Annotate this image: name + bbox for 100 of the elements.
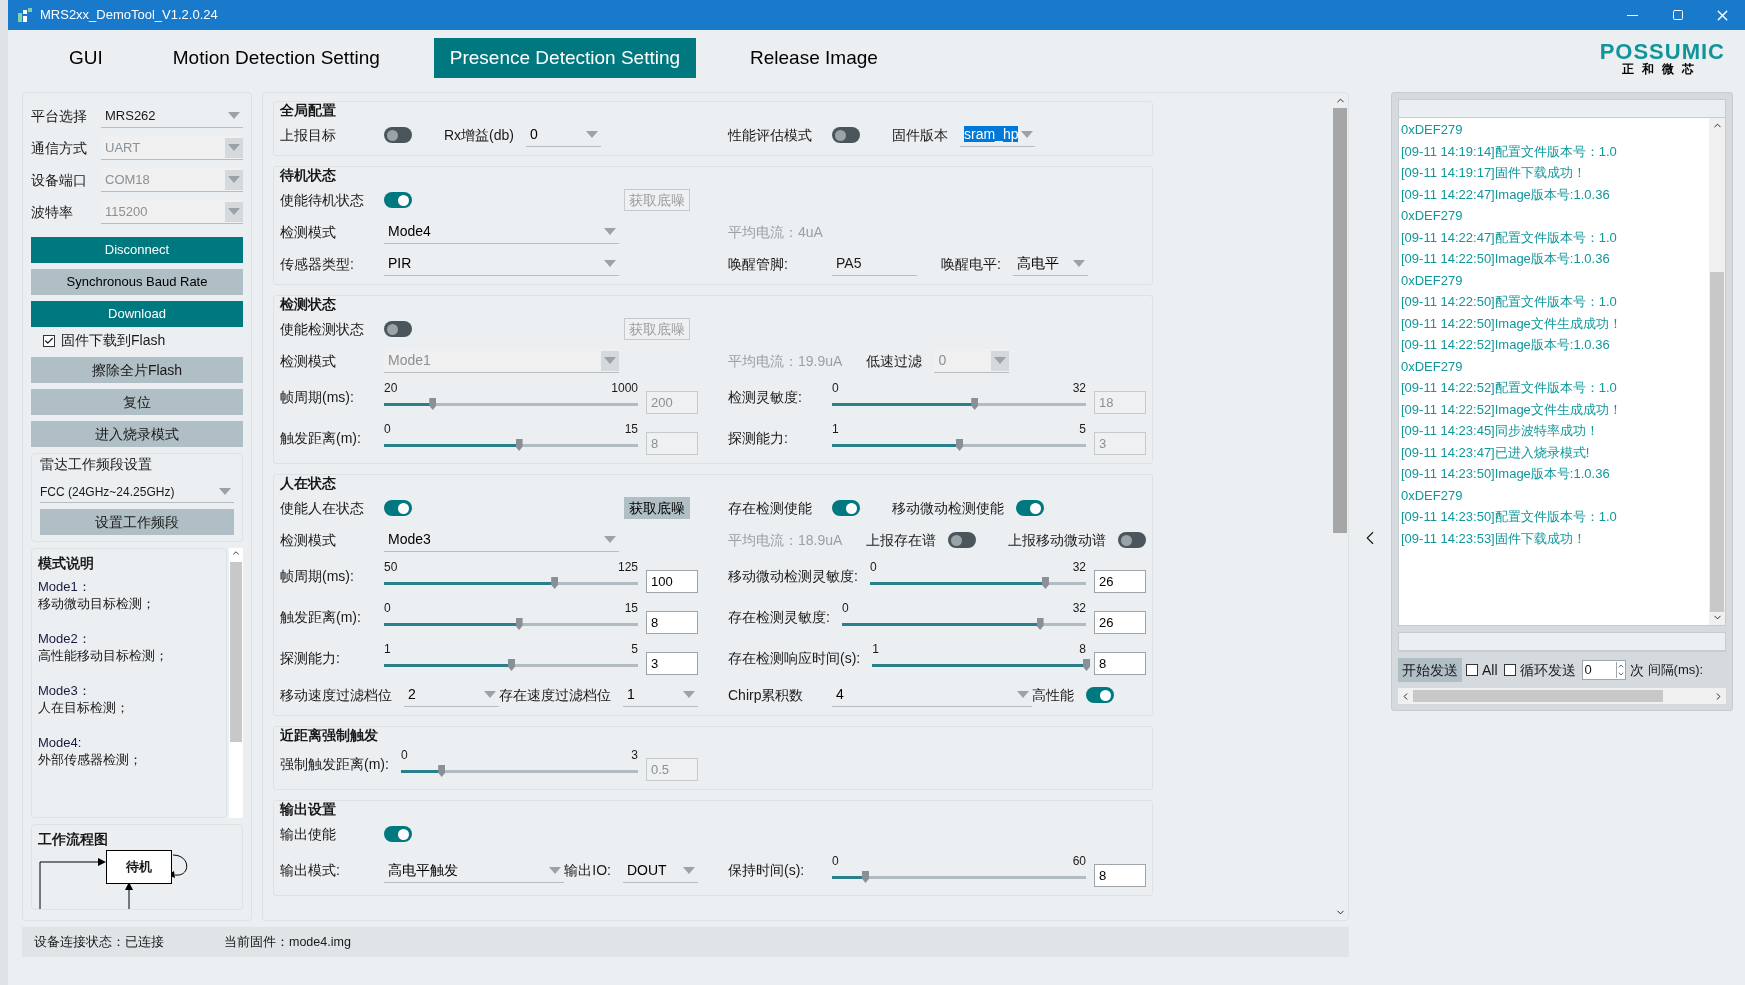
field-label: 平台选择 <box>31 106 88 126</box>
value-field[interactable]: 8 <box>646 611 698 634</box>
field-label: 存在检测使能 <box>728 498 813 518</box>
log-line: [09-11 14:23:50]配置文件版本号：1.0 <box>1401 508 1618 526</box>
checkbox[interactable] <box>1503 664 1516 676</box>
status-text: 设备连接状态：已连接 <box>34 933 164 951</box>
tab[interactable]: GUI <box>53 38 119 78</box>
slider-thumb[interactable] <box>956 439 963 451</box>
value-field[interactable]: 26 <box>1094 570 1146 593</box>
scrollbar[interactable] <box>229 548 243 818</box>
mode-description: 外部传感器检测； <box>38 751 143 768</box>
scroll-up-icon[interactable] <box>231 548 241 558</box>
field-label: 通信方式 <box>31 138 88 158</box>
window-title: MRS2xx_DemoTool_V1.2.0.24 <box>40 6 219 25</box>
slider-thumb[interactable] <box>508 659 515 671</box>
checkbox[interactable] <box>1466 664 1478 676</box>
field-label: 存在速度过滤档位 <box>499 685 611 705</box>
dropdown[interactable]: 高电平 <box>1012 252 1088 276</box>
option-checkbox[interactable]: 循环发送 <box>1503 659 1576 681</box>
toggle-switch[interactable] <box>1086 687 1114 703</box>
toggle-switch[interactable] <box>1016 500 1044 516</box>
toggle-switch[interactable] <box>832 500 860 516</box>
option-checkbox[interactable]: All <box>1466 659 1498 681</box>
slider-thumb[interactable] <box>1083 659 1090 671</box>
set-band-button[interactable]: 设置工作频段 <box>40 509 234 535</box>
toggle-switch[interactable] <box>832 127 860 143</box>
sidebar-button[interactable]: 进入烧录模式 <box>31 421 243 447</box>
count-spinner[interactable]: 0 <box>1581 660 1626 680</box>
log-line: 0xDEF279 <box>1401 357 1464 376</box>
field-label: 移动速度过滤档位 <box>280 685 392 705</box>
dropdown[interactable]: 4 <box>832 683 1032 707</box>
mode-name: Mode1： <box>38 578 92 595</box>
mode-name: Mode2： <box>38 630 92 647</box>
slider-max-label: 60 <box>1072 854 1086 868</box>
field-label: 固件版本 <box>892 125 948 145</box>
tab[interactable]: Release Image <box>734 38 894 78</box>
dropdown[interactable]: FCC (24GHz~24.25GHz) <box>40 481 234 503</box>
mode-name: Mode3： <box>38 682 92 699</box>
slider-max-label: 125 <box>617 560 638 574</box>
slider-thumb[interactable] <box>515 439 523 451</box>
dropdown[interactable]: MRS262 <box>101 104 243 128</box>
checkbox[interactable] <box>43 334 55 347</box>
sidebar-button[interactable]: 擦除全片Flash <box>31 357 243 383</box>
field-label: 高性能 <box>1032 685 1074 705</box>
section-title: 检测状态 <box>280 295 337 313</box>
value-field[interactable]: 26 <box>1094 611 1146 634</box>
dropdown[interactable]: 高电平触发 <box>384 858 565 883</box>
dropdown[interactable]: Mode3 <box>384 528 619 552</box>
toggle-switch[interactable] <box>384 127 412 143</box>
toggle-switch[interactable] <box>384 826 412 842</box>
tab[interactable]: Presence Detection Setting <box>433 38 697 78</box>
slider-min-label: 0 <box>384 601 391 615</box>
slider-thumb[interactable] <box>438 765 446 777</box>
dropdown[interactable]: 2 <box>404 683 499 707</box>
value-field[interactable]: 8 <box>1094 652 1146 675</box>
count-unit: 次 <box>1629 660 1644 680</box>
dropdown[interactable]: sram_hp <box>960 123 1035 147</box>
scrollbar[interactable] <box>1709 118 1725 625</box>
sidebar-button[interactable]: Download <box>31 301 243 327</box>
toggle-switch[interactable] <box>384 321 412 337</box>
dropdown[interactable]: DOUT <box>623 858 698 883</box>
slider-min-label: 1 <box>832 422 839 436</box>
dropdown[interactable]: PIR <box>384 252 619 276</box>
slider-thumb[interactable] <box>429 398 437 410</box>
sidebar-button[interactable]: Disconnect <box>31 237 243 263</box>
dropdown[interactable]: 1 <box>623 683 698 707</box>
slider-thumb[interactable] <box>1036 618 1044 630</box>
flash-checkbox[interactable]: 固件下载到Flash <box>31 330 243 351</box>
slider-thumb[interactable] <box>1041 577 1049 589</box>
field-label: Rx增益(db) <box>444 125 514 145</box>
send-input-box[interactable] <box>1398 632 1726 652</box>
mode-description: 高性能移动目标检测； <box>38 647 169 664</box>
value-field[interactable]: 3 <box>646 652 698 675</box>
dropdown-caret-icon <box>225 169 243 190</box>
value-field[interactable]: 8 <box>1094 864 1146 887</box>
slider-thumb[interactable] <box>971 398 979 410</box>
toggle-switch[interactable] <box>384 192 412 208</box>
current-readout: 平均电流：4uA <box>728 222 823 242</box>
sidebar-button[interactable]: 复位 <box>31 389 243 415</box>
field-label: 唤醒管脚: <box>728 254 789 274</box>
spin-up-icon[interactable] <box>1616 662 1625 670</box>
slider-max-label: 32 <box>1072 560 1086 574</box>
value-field[interactable]: 100 <box>646 570 698 593</box>
slider-thumb[interactable] <box>515 618 523 630</box>
tab[interactable]: Motion Detection Setting <box>156 38 396 78</box>
text-field[interactable]: PA5 <box>832 252 917 276</box>
log-line: [09-11 14:22:52]Image文件生成成功！ <box>1401 400 1623 419</box>
slider-thumb[interactable] <box>551 577 559 589</box>
spin-down-icon[interactable] <box>1616 670 1625 678</box>
dropdown[interactable]: Mode4 <box>384 220 619 244</box>
sidebar-button[interactable]: Synchronous Baud Rate <box>31 269 243 295</box>
toggle-switch[interactable] <box>1118 532 1147 548</box>
horizontal-scrollbar[interactable] <box>1398 688 1726 704</box>
mode-name: Mode4: <box>38 734 83 751</box>
dropdown[interactable]: 0 <box>526 123 601 147</box>
start-send-button[interactable]: 开始发送 <box>1398 658 1462 682</box>
slider-thumb[interactable] <box>862 871 869 883</box>
toggle-switch[interactable] <box>384 500 412 516</box>
noise-floor-button[interactable]: 获取底噪 <box>624 497 690 519</box>
toggle-switch[interactable] <box>948 532 977 548</box>
